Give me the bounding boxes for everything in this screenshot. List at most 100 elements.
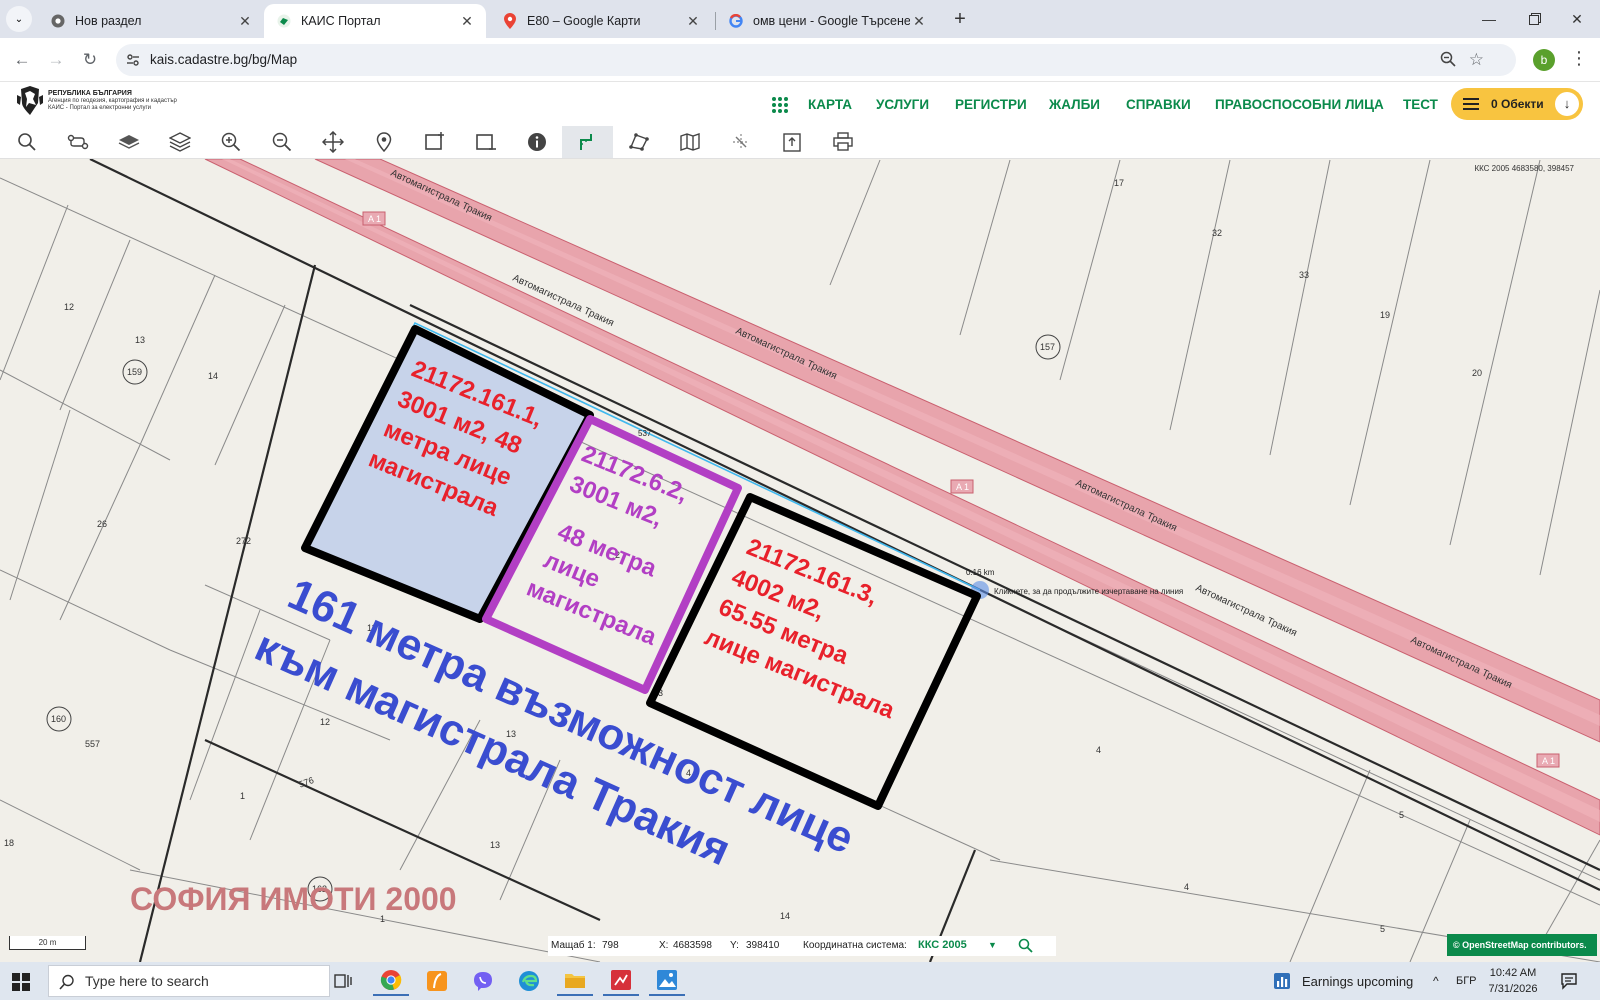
close-icon[interactable]: ✕: [458, 13, 476, 30]
tool-export[interactable]: [766, 126, 817, 158]
tool-info[interactable]: [511, 126, 562, 158]
tab-google-search[interactable]: омв цени - Google Търсене ✕: [716, 4, 938, 38]
site-logo[interactable]: РЕПУБЛИКА БЪЛГАРИЯ Агенция по геодезия, …: [16, 84, 181, 118]
tool-search[interactable]: [1, 126, 52, 158]
tool-deselect-rect[interactable]: [460, 126, 511, 158]
coordinate-readout: ККС 2005 4683580, 398457: [1474, 164, 1574, 173]
objects-cart-button[interactable]: 0 Обекти ↓: [1451, 88, 1583, 120]
cart-label: 0 Обекти: [1491, 97, 1544, 111]
taskbar-chrome[interactable]: [373, 966, 409, 996]
taskbar-photos[interactable]: [649, 966, 685, 996]
x-value: 4683598: [673, 940, 712, 951]
tab-kais-portal[interactable]: КАИС Портал ✕: [264, 4, 486, 38]
reload-button[interactable]: ↻: [76, 46, 104, 74]
tab-title: E80 – Google Карти: [527, 14, 641, 28]
tool-layer[interactable]: [103, 126, 154, 158]
notifications-button[interactable]: [1560, 962, 1578, 1000]
nav-references[interactable]: СПРАВКИ: [1126, 97, 1191, 112]
crs-select[interactable]: ККС 2005: [918, 939, 967, 951]
forward-button[interactable]: →: [42, 46, 70, 74]
tool-select-rect[interactable]: [409, 126, 460, 158]
tool-split[interactable]: [715, 126, 766, 158]
select-rectangle-icon: [424, 132, 444, 150]
svg-text:13: 13: [490, 840, 500, 850]
download-arrow-icon[interactable]: ↓: [1555, 92, 1579, 116]
nav-qualified-persons[interactable]: ПРАВОСПОСОБНИ ЛИЦА: [1215, 97, 1384, 112]
taskbar-news-widget[interactable]: Earnings upcoming: [1272, 962, 1413, 1000]
bookmark-star-icon[interactable]: ☆: [1469, 50, 1484, 70]
svg-text:12: 12: [320, 717, 330, 727]
close-icon[interactable]: ✕: [684, 13, 702, 30]
scale-value[interactable]: 798: [602, 940, 619, 951]
apps-grid-icon[interactable]: [771, 96, 789, 114]
tab-title: КАИС Портал: [301, 14, 381, 28]
tool-route[interactable]: [52, 126, 103, 158]
browser-menu-icon[interactable]: ⋮: [1570, 48, 1588, 69]
svg-text:4: 4: [1096, 745, 1101, 755]
coat-of-arms-icon: [17, 86, 43, 115]
zoom-icon[interactable]: [1440, 51, 1456, 72]
taskbar-viber[interactable]: [465, 966, 501, 996]
nav-complaints[interactable]: ЖАЛБИ: [1049, 97, 1100, 112]
measure-distance: 0.16 km: [966, 568, 995, 577]
svg-text:14: 14: [780, 911, 790, 921]
nav-services[interactable]: УСЛУГИ: [876, 97, 929, 112]
windows-start-icon[interactable]: [12, 973, 30, 991]
nav-test[interactable]: ТЕСТ: [1403, 97, 1438, 112]
new-tab-button[interactable]: +: [948, 8, 972, 32]
tab-google-maps[interactable]: E80 – Google Карти ✕: [490, 4, 712, 38]
taskbar-app-red[interactable]: [603, 966, 639, 996]
back-button[interactable]: ←: [8, 46, 36, 74]
site-info-icon[interactable]: [125, 52, 141, 73]
windows-taskbar: Type here to search Earnings upcoming ^ …: [0, 962, 1600, 1000]
taskbar-edge[interactable]: [511, 966, 547, 996]
svg-text:A 1: A 1: [956, 482, 969, 492]
taskbar-file-explorer[interactable]: [557, 966, 593, 996]
address-bar[interactable]: kais.cadastre.bg/bg/Map ☆: [116, 44, 1516, 76]
taskbar-clock[interactable]: 10:42 AM 7/31/2026: [1480, 965, 1546, 997]
notification-icon: [1561, 973, 1577, 990]
close-icon[interactable]: ✕: [236, 13, 254, 30]
tool-zoom-in[interactable]: [205, 126, 256, 158]
profile-avatar[interactable]: b: [1533, 49, 1555, 71]
task-view-button[interactable]: [325, 966, 361, 996]
svg-text:5: 5: [1399, 810, 1404, 820]
taskbar-search[interactable]: Type here to search: [48, 965, 330, 997]
tool-map[interactable]: [664, 126, 715, 158]
tool-location[interactable]: [358, 126, 409, 158]
svg-text:A 1: A 1: [368, 214, 381, 224]
measure-area-icon: [628, 133, 649, 151]
minimize-button[interactable]: —: [1466, 0, 1512, 38]
chrome-icon: [50, 13, 66, 29]
language-indicator[interactable]: БГР: [1456, 962, 1477, 1000]
nav-map[interactable]: КАРТА: [808, 97, 852, 112]
route-icon: [67, 134, 88, 150]
logo-line-3: КАИС - Портал за електронни услуги: [48, 105, 151, 111]
svg-text:19: 19: [1380, 310, 1390, 320]
taskbar-app-orange[interactable]: [419, 966, 455, 996]
close-icon[interactable]: ✕: [910, 13, 928, 30]
svg-text:157: 157: [1040, 342, 1055, 352]
arrow-right-icon: →: [47, 50, 65, 69]
map-canvas: Автомагистрала Тракия Автомагистрала Тра…: [0, 159, 1600, 962]
cadastral-map[interactable]: Автомагистрала Тракия Автомагистрала Тра…: [0, 159, 1600, 962]
tab-new-tab[interactable]: Нов раздел ✕: [38, 4, 264, 38]
svg-text:557: 557: [85, 739, 100, 749]
tab-search-button[interactable]: ⌄: [6, 6, 32, 32]
nav-registers[interactable]: РЕГИСТРИ: [955, 97, 1027, 112]
restore-button[interactable]: [1512, 0, 1558, 38]
tray-overflow-chevron-icon[interactable]: ^: [1433, 962, 1439, 1000]
svg-text:14: 14: [208, 371, 218, 381]
svg-text:272: 272: [236, 536, 251, 546]
tool-layers[interactable]: [154, 126, 205, 158]
tool-zoom-out[interactable]: [256, 126, 307, 158]
close-window-button[interactable]: ✕: [1554, 0, 1600, 38]
caret-down-icon[interactable]: ▼: [988, 940, 997, 950]
tool-measure-line[interactable]: [562, 126, 613, 158]
site-header: РЕПУБЛИКА БЪЛГАРИЯ Агенция по геодезия, …: [0, 82, 1600, 126]
url-text: kais.cadastre.bg/bg/Map: [150, 52, 298, 67]
osm-attribution[interactable]: © OpenStreetMap contributors.: [1447, 934, 1597, 956]
tool-print[interactable]: [817, 126, 868, 158]
tool-measure-area[interactable]: [613, 126, 664, 158]
tool-pan[interactable]: [307, 126, 358, 158]
